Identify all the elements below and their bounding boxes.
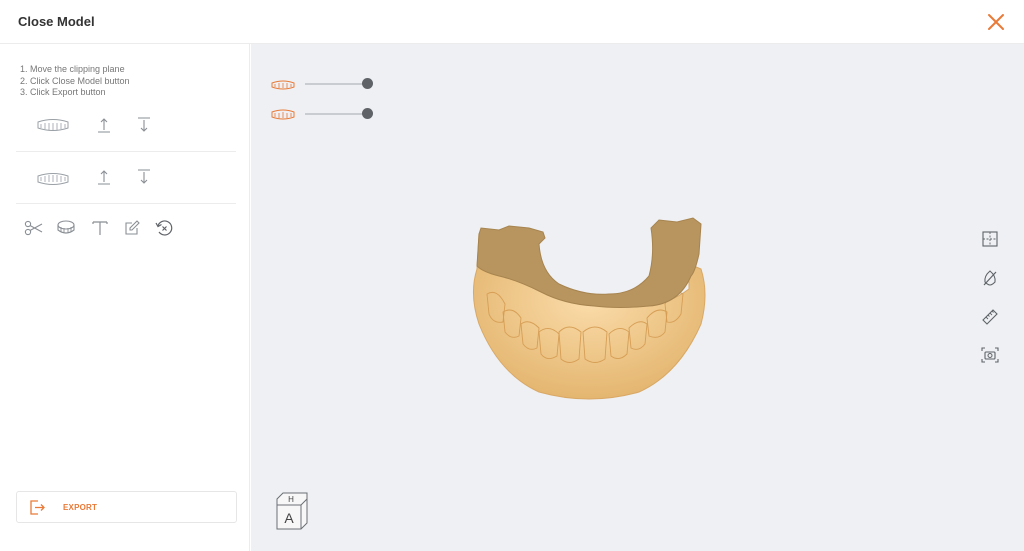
3d-viewport[interactable]: H A — [251, 44, 1024, 551]
split-view-icon[interactable] — [980, 229, 1000, 249]
slider-handle[interactable] — [362, 78, 373, 89]
move-down-icon[interactable] — [136, 116, 152, 139]
close-icon[interactable] — [985, 11, 1007, 33]
lower-jaw-icon — [271, 108, 295, 126]
hide-icon[interactable] — [980, 268, 1000, 288]
close-model-icon[interactable] — [56, 218, 76, 238]
upper-jaw-row — [16, 100, 236, 152]
slider-handle[interactable] — [362, 108, 373, 119]
right-toolbar — [980, 229, 1000, 369]
lower-jaw-row — [16, 152, 236, 204]
export-icon — [29, 499, 45, 521]
ruler-icon[interactable] — [980, 307, 1000, 327]
view-cube[interactable]: H A — [275, 491, 309, 536]
tool-bar — [24, 218, 224, 240]
window-title: Close Model — [18, 14, 95, 29]
instruction-step-1: 1. Move the clipping plane — [20, 64, 125, 74]
dental-model[interactable] — [469, 214, 709, 409]
lower-jaw-icon — [36, 169, 70, 192]
instruction-step-2: 2. Click Close Model button — [20, 75, 130, 86]
title-bar: Close Model — [0, 0, 1024, 44]
instruction-step-3: 3. Click Export button — [20, 87, 106, 97]
instructions: 1. Move the clipping plane 2. Click Clos… — [20, 64, 130, 99]
export-button[interactable]: EXPORT — [16, 491, 237, 523]
text-icon[interactable] — [90, 218, 110, 238]
move-up-icon[interactable] — [96, 116, 112, 139]
view-cube-top-label: H — [288, 495, 294, 504]
sidebar: 1. Move the clipping plane 2. Click Clos… — [0, 44, 250, 551]
slider-track[interactable] — [305, 113, 367, 115]
scissors-icon[interactable] — [24, 218, 44, 238]
edit-icon[interactable] — [122, 218, 142, 238]
upper-jaw-icon — [36, 117, 70, 140]
reset-icon[interactable] — [154, 218, 174, 238]
move-up-icon[interactable] — [96, 168, 112, 191]
upper-jaw-icon — [271, 78, 295, 96]
slider-track[interactable] — [305, 83, 367, 85]
screenshot-icon[interactable] — [980, 345, 1000, 365]
view-cube-front-label: A — [284, 510, 294, 526]
export-label: EXPORT — [63, 503, 98, 512]
move-down-icon[interactable] — [136, 168, 152, 191]
